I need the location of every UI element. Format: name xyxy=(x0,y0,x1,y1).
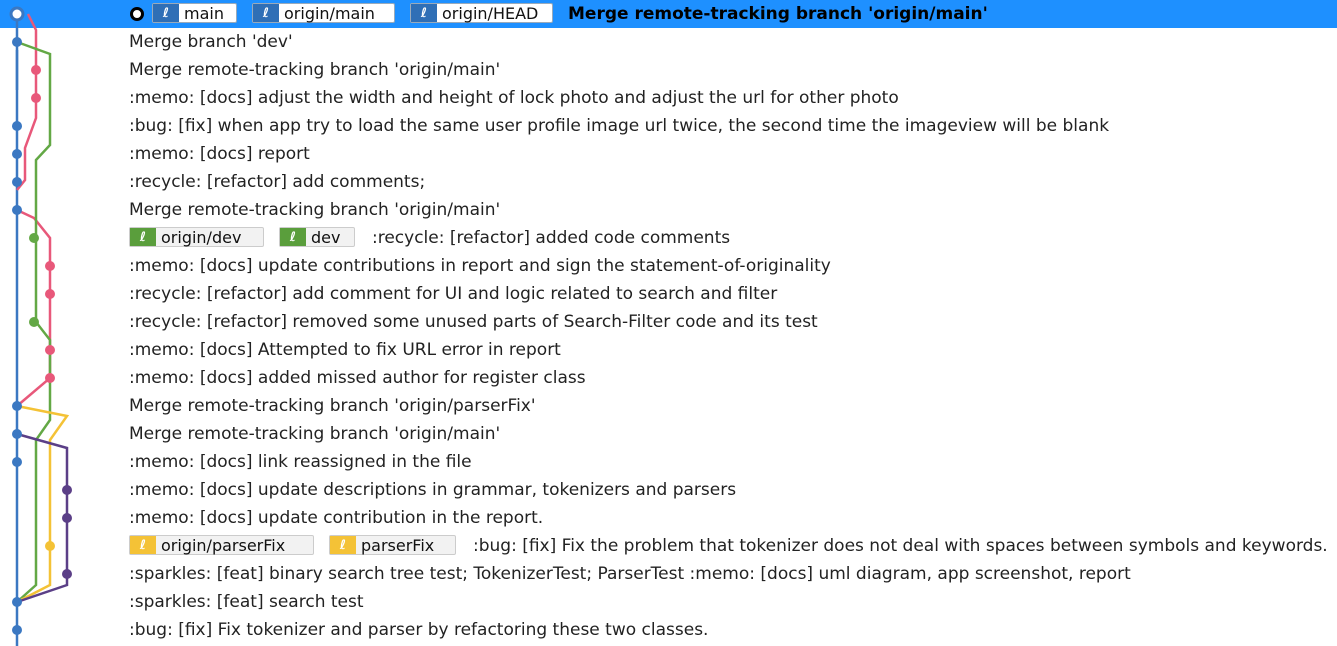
branch-ref-badge[interactable]: ℓ origin/HEAD xyxy=(410,3,553,23)
commit-row[interactable]: :memo: [docs] update contributions in re… xyxy=(0,252,1337,280)
branch-ref-label: origin/main xyxy=(284,3,375,23)
commit-row[interactable]: :sparkles: [feat] search test xyxy=(0,588,1337,616)
commit-row[interactable]: Merge remote-tracking branch 'origin/mai… xyxy=(0,56,1337,84)
branch-ref-label: parserFix xyxy=(361,535,435,555)
commit-message: :sparkles: [feat] binary search tree tes… xyxy=(129,564,1131,584)
commit-node[interactable] xyxy=(12,457,22,467)
commit-message: :sparkles: [feat] search test xyxy=(129,592,364,612)
commit-node[interactable] xyxy=(45,289,55,299)
commit-node[interactable] xyxy=(12,401,22,411)
branch-icon: ℓ xyxy=(280,228,306,246)
commit-node[interactable] xyxy=(12,149,22,159)
branch-ref-badge[interactable]: ℓ origin/parserFix xyxy=(129,535,314,555)
commit-row[interactable]: Merge remote-tracking branch 'origin/mai… xyxy=(0,420,1337,448)
commit-row[interactable]: :memo: [docs] Attempted to fix URL error… xyxy=(0,336,1337,364)
commit-node[interactable] xyxy=(45,261,55,271)
branch-ref-badge[interactable]: ℓ origin/dev xyxy=(129,227,264,247)
commit-message: Merge remote-tracking branch 'origin/mai… xyxy=(129,200,501,220)
commit-row[interactable]: :memo: [docs] added missed author for re… xyxy=(0,364,1337,392)
branch-icon: ℓ xyxy=(153,4,179,22)
commit-message: Merge branch 'dev' xyxy=(129,32,293,52)
branch-icon: ℓ xyxy=(130,536,156,554)
branch-ref-badge[interactable]: ℓ origin/main xyxy=(252,3,395,23)
commit-row[interactable]: :sparkles: [feat] binary search tree tes… xyxy=(0,560,1337,588)
branch-ref-label: main xyxy=(184,3,224,23)
commit-message: :recycle: [refactor] removed some unused… xyxy=(129,312,818,332)
commit-node[interactable] xyxy=(9,6,25,22)
commit-message: :recycle: [refactor] add comments; xyxy=(129,172,426,192)
commit-message: :bug: [fix] when app try to load the sam… xyxy=(129,116,1110,136)
commit-row[interactable]: :bug: [fix] when app try to load the sam… xyxy=(0,112,1337,140)
commit-row[interactable]: ℓ main ℓ origin/main ℓ origin/HEAD Merge remot… xyxy=(0,0,1337,28)
commit-message: Merge remote-tracking branch 'origin/mai… xyxy=(568,4,988,24)
commit-row[interactable]: :memo: [docs] update descriptions in gra… xyxy=(0,476,1337,504)
commit-node[interactable] xyxy=(62,485,72,495)
commit-message: :memo: [docs] update contributions in re… xyxy=(129,256,831,276)
commit-node[interactable] xyxy=(29,233,39,243)
commit-message: Merge remote-tracking branch 'origin/par… xyxy=(129,396,536,416)
commit-row[interactable]: :recycle: [refactor] add comment for UI … xyxy=(0,280,1337,308)
commit-message: :memo: [docs] Attempted to fix URL error… xyxy=(129,340,561,360)
commit-node[interactable] xyxy=(62,513,72,523)
commit-node[interactable] xyxy=(12,625,22,635)
commit-row[interactable]: ℓ origin/dev ℓ dev:recycle: [refactor] adde… xyxy=(0,224,1337,252)
branch-ref-label: origin/dev xyxy=(161,227,242,247)
commit-message: :recycle: [refactor] add comment for UI … xyxy=(129,284,778,304)
commit-row[interactable]: :memo: [docs] update contribution in the… xyxy=(0,504,1337,532)
commit-message: :memo: [docs] added missed author for re… xyxy=(129,368,586,388)
branch-icon: ℓ xyxy=(130,228,156,246)
branch-ref-label: origin/HEAD xyxy=(442,3,539,23)
branch-ref-badge[interactable]: ℓ main xyxy=(152,3,237,23)
commit-row[interactable]: ℓ origin/parserFix ℓ parserFix :bug: [fix] F… xyxy=(0,532,1337,560)
commit-message: :recycle: [refactor] added code comments xyxy=(372,228,731,248)
branch-ref-badge[interactable]: ℓ parserFix xyxy=(329,535,456,555)
commit-message: :memo: [docs] update descriptions in gra… xyxy=(129,480,737,500)
commit-row[interactable]: :memo: [docs] link reassigned in the fil… xyxy=(0,448,1337,476)
commit-row[interactable]: Merge branch 'dev' xyxy=(0,28,1337,56)
branch-icon: ℓ xyxy=(330,536,356,554)
commit-message: :memo: [docs] update contribution in the… xyxy=(129,508,544,528)
commit-node[interactable] xyxy=(12,121,22,131)
head-indicator-icon xyxy=(130,7,144,21)
commit-message: Merge remote-tracking branch 'origin/mai… xyxy=(129,424,501,444)
commit-message: Merge remote-tracking branch 'origin/mai… xyxy=(129,60,501,80)
commit-graph xyxy=(9,6,72,646)
commit-node[interactable] xyxy=(45,345,55,355)
commit-node[interactable] xyxy=(31,65,41,75)
branch-icon: ℓ xyxy=(411,4,437,22)
commit-row[interactable]: :recycle: [refactor] removed some unused… xyxy=(0,308,1337,336)
commit-node[interactable] xyxy=(12,597,22,607)
commit-node[interactable] xyxy=(12,177,22,187)
commit-row[interactable]: :memo: [docs] report xyxy=(0,140,1337,168)
branch-ref-badge[interactable]: ℓ dev xyxy=(279,227,355,247)
commit-node[interactable] xyxy=(45,541,55,551)
commit-row[interactable]: :recycle: [refactor] add comments; xyxy=(0,168,1337,196)
commit-message: :memo: [docs] adjust the width and heigh… xyxy=(129,88,899,108)
commit-node[interactable] xyxy=(31,93,41,103)
commit-node[interactable] xyxy=(62,569,72,579)
branch-ref-label: dev xyxy=(311,227,341,247)
commit-node[interactable] xyxy=(45,373,55,383)
commit-message: :memo: [docs] link reassigned in the fil… xyxy=(129,452,472,472)
commit-row[interactable]: :memo: [docs] adjust the width and heigh… xyxy=(0,84,1337,112)
commit-node[interactable] xyxy=(12,37,22,47)
branch-line-purple xyxy=(16,432,69,604)
commit-node[interactable] xyxy=(12,205,22,215)
commit-row[interactable]: Merge remote-tracking branch 'origin/par… xyxy=(0,392,1337,420)
branch-icon: ℓ xyxy=(253,4,279,22)
branch-ref-label: origin/parserFix xyxy=(161,535,286,555)
commit-row[interactable]: :bug: [fix] Fix tokenizer and parser by … xyxy=(0,616,1337,644)
commit-message: :bug: [fix] Fix tokenizer and parser by … xyxy=(129,620,709,640)
commit-message: :memo: [docs] report xyxy=(129,144,310,164)
commit-node[interactable] xyxy=(29,317,39,327)
commit-message: :bug: [fix] Fix the problem that tokeniz… xyxy=(473,536,1328,556)
commit-node[interactable] xyxy=(12,429,22,439)
commit-list: ℓ main ℓ origin/main ℓ origin/HEAD Merge remot… xyxy=(0,0,1337,646)
commit-row[interactable]: Merge remote-tracking branch 'origin/mai… xyxy=(0,196,1337,224)
